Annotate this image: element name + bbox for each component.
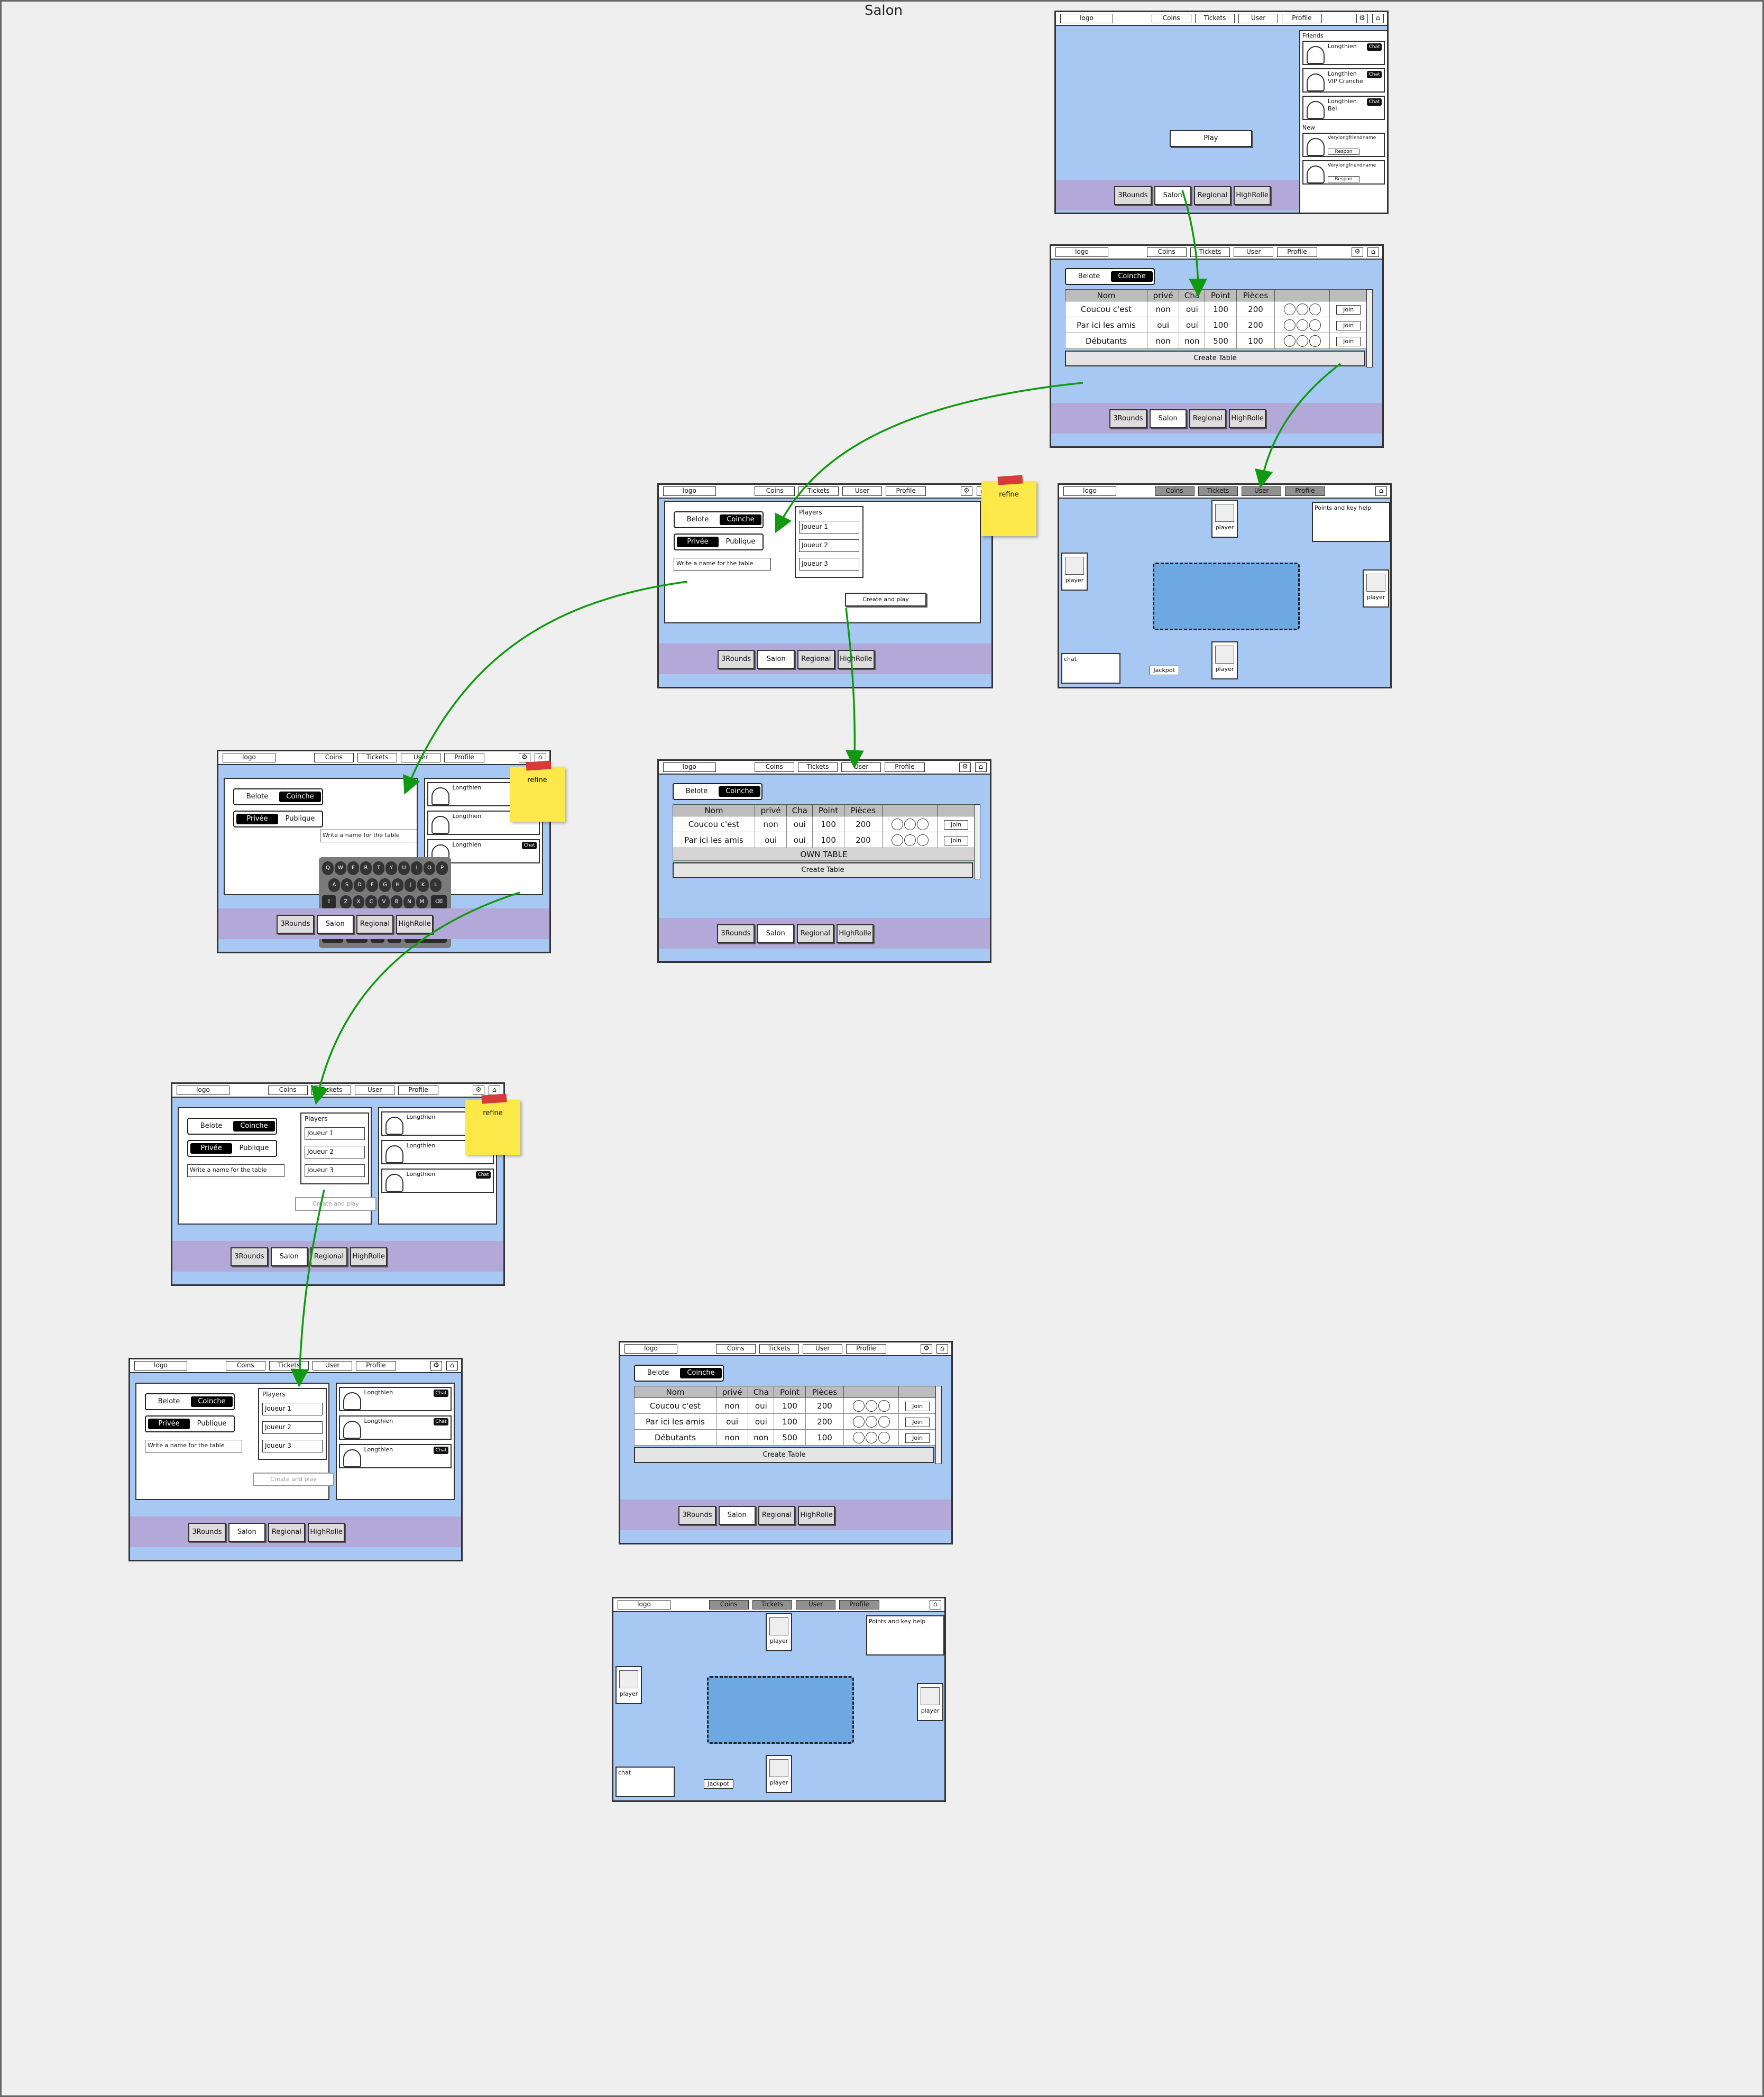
arrow-join-to-game — [1254, 363, 1342, 489]
flow-arrows — [290, 190, 1342, 1387]
arrow-play-to-ownlobby — [845, 608, 864, 769]
arrow-create-to-createform — [775, 382, 1083, 534]
arrow-salon-to-lobby — [1181, 190, 1208, 297]
arrow-form2-to-form3 — [290, 1189, 325, 1387]
arrow-createform-to-keyboard — [403, 581, 688, 795]
arrow-keyboard-to-form2 — [310, 891, 520, 1105]
